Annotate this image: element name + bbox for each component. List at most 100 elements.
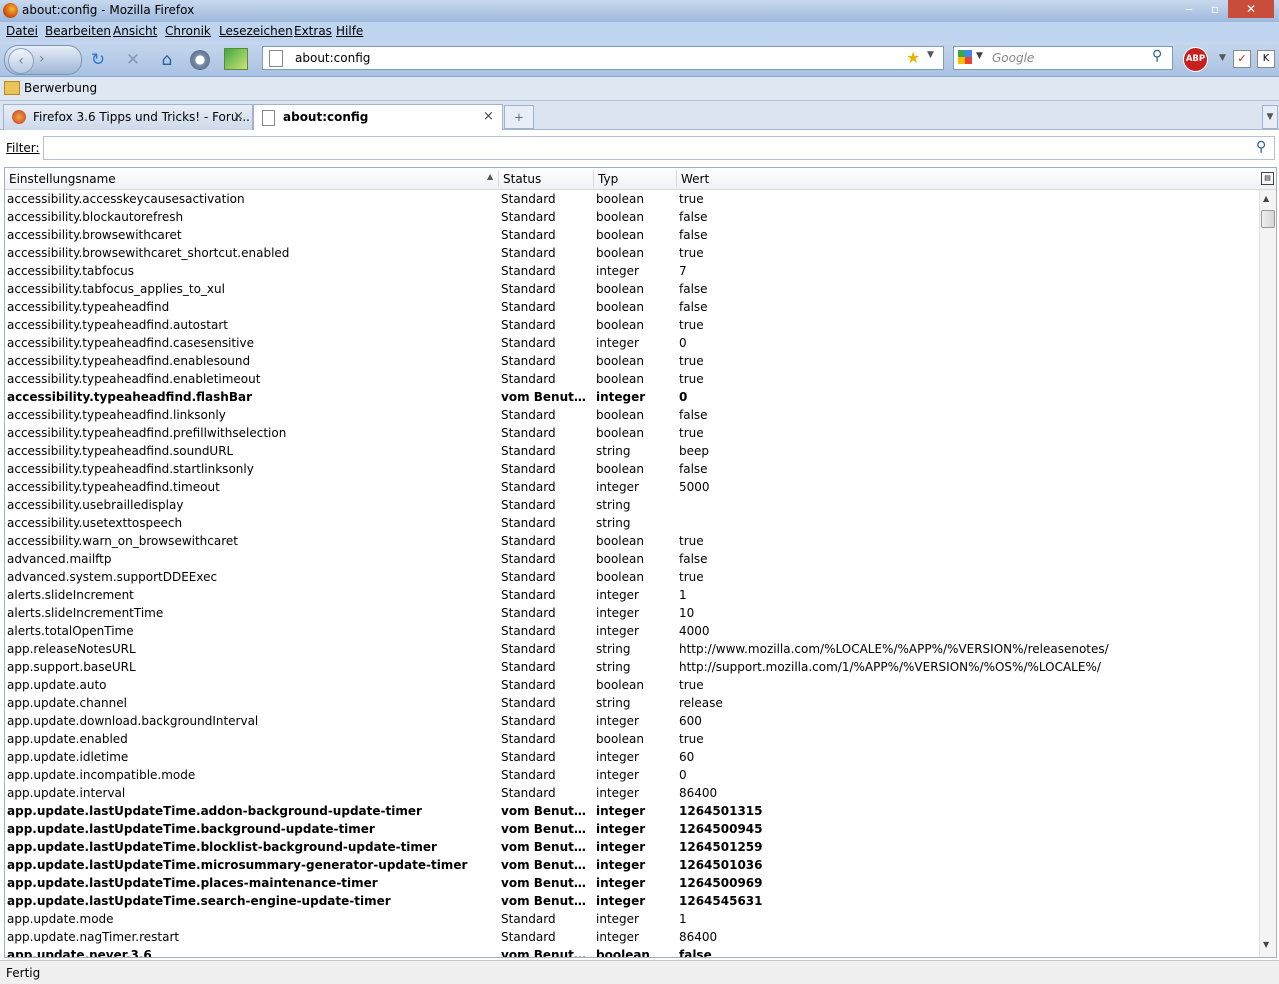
table-row[interactable]: accessibility.browsewithcaret_shortcut.e… bbox=[5, 244, 1259, 262]
tab-close-icon[interactable]: × bbox=[233, 109, 244, 124]
column-picker-icon[interactable]: ▤ bbox=[1261, 172, 1274, 185]
bookmark-star-icon[interactable]: ★ bbox=[906, 48, 920, 67]
table-row[interactable]: app.support.baseURL Standard string http://… bbox=[5, 658, 1259, 676]
url-bar[interactable]: about:config ★ ▼ bbox=[262, 46, 944, 70]
minimize-button[interactable]: ‒ bbox=[1176, 0, 1202, 18]
table-row[interactable]: app.releaseNotesURL Standard string http://… bbox=[5, 640, 1259, 658]
column-separator[interactable] bbox=[498, 170, 499, 187]
tab-list-button[interactable]: ▼ bbox=[1262, 105, 1278, 129]
menu-extras[interactable]: Extras bbox=[294, 24, 332, 38]
tab-close-icon[interactable]: × bbox=[483, 109, 494, 124]
table-row[interactable]: accessibility.typeaheadfind.prefillwiths… bbox=[5, 424, 1259, 442]
pref-name-cell: app.update.never.3.6 bbox=[7, 948, 152, 958]
table-row[interactable]: accessibility.typeaheadfind.timeout Stand… bbox=[5, 478, 1259, 496]
menu-lesezeichen[interactable]: Lesezeichen bbox=[219, 24, 293, 38]
table-row[interactable]: accessibility.tabfocus_applies_to_xul Sta… bbox=[5, 280, 1259, 298]
table-row[interactable]: accessibility.typeaheadfind.autostart Sta… bbox=[5, 316, 1259, 334]
pref-name-cell: app.update.lastUpdateTime.places-mainten… bbox=[7, 876, 378, 890]
addon-green-icon[interactable] bbox=[224, 48, 248, 70]
pref-value-cell: true bbox=[679, 246, 704, 260]
scroll-thumb[interactable] bbox=[1261, 210, 1275, 228]
home-icon[interactable]: ⌂ bbox=[157, 50, 177, 70]
table-row[interactable]: accessibility.typeaheadfind.enablesound S… bbox=[5, 352, 1259, 370]
table-row[interactable]: app.update.auto Standard boolean true bbox=[5, 676, 1259, 694]
new-tab-button[interactable]: + bbox=[504, 105, 534, 129]
engine-dropdown-icon[interactable]: ▼ bbox=[976, 51, 983, 61]
tab-forum[interactable]: Firefox 3.6 Tipps und Tricks! - Foru... … bbox=[3, 104, 253, 130]
table-row[interactable]: app.update.never.3.6 vom Benutze... boolea… bbox=[5, 946, 1259, 958]
table-row[interactable]: accessibility.accesskeycausesactivation S… bbox=[5, 190, 1259, 208]
column-header-type[interactable]: Typ bbox=[598, 172, 618, 186]
table-row[interactable]: app.update.interval Standard integer 86400 bbox=[5, 784, 1259, 802]
menu-ansicht[interactable]: Ansicht bbox=[113, 24, 157, 38]
url-dropdown-icon[interactable]: ▼ bbox=[927, 50, 934, 60]
pref-status-cell: Standard bbox=[501, 624, 556, 638]
table-row[interactable]: accessibility.usebrailledisplay Standard s… bbox=[5, 496, 1259, 514]
table-row[interactable]: app.update.lastUpdateTime.blocklist-back… bbox=[5, 838, 1259, 856]
table-row[interactable]: app.update.lastUpdateTime.microsummary-g… bbox=[5, 856, 1259, 874]
table-row[interactable]: accessibility.typeaheadfind.enabletimeou… bbox=[5, 370, 1259, 388]
close-window-button[interactable]: ✕ bbox=[1228, 0, 1274, 18]
reload-icon[interactable]: ↻ bbox=[88, 50, 108, 70]
adblock-plus-icon[interactable]: ABP bbox=[1183, 47, 1208, 72]
search-input[interactable]: Google bbox=[992, 51, 1034, 65]
table-row[interactable]: alerts.slideIncrement Standard integer 1 bbox=[5, 586, 1259, 604]
stop-icon[interactable]: ✕ bbox=[123, 50, 143, 70]
bookmark-folder-berwerbung[interactable]: Berwerbung bbox=[24, 81, 97, 95]
table-row[interactable]: accessibility.typeaheadfind.startlinkson… bbox=[5, 460, 1259, 478]
column-header-status[interactable]: Status bbox=[503, 172, 541, 186]
search-icon[interactable]: ⚲ bbox=[1152, 48, 1162, 64]
addon-k-icon[interactable]: K bbox=[1257, 50, 1275, 68]
menu-chronik[interactable]: Chronik bbox=[165, 24, 211, 38]
scroll-up-icon[interactable]: ▲ bbox=[1263, 194, 1269, 203]
table-row[interactable]: accessibility.typeaheadfind.soundURL Stan… bbox=[5, 442, 1259, 460]
table-row[interactable]: app.update.idletime Standard integer 60 bbox=[5, 748, 1259, 766]
tab-about-config[interactable]: about:config × bbox=[253, 104, 503, 130]
table-row[interactable]: advanced.mailftp Standard boolean false bbox=[5, 550, 1259, 568]
table-row[interactable]: accessibility.typeaheadfind.casesensitiv… bbox=[5, 334, 1259, 352]
table-row[interactable]: accessibility.typeaheadfind.flashBar vom … bbox=[5, 388, 1259, 406]
table-row[interactable]: advanced.system.supportDDEExec Standard bo… bbox=[5, 568, 1259, 586]
maximize-button[interactable]: ▫ bbox=[1202, 0, 1228, 18]
table-row[interactable]: app.update.incompatible.mode Standard inte… bbox=[5, 766, 1259, 784]
column-header-value[interactable]: Wert bbox=[681, 172, 709, 186]
table-row[interactable]: app.update.lastUpdateTime.addon-backgrou… bbox=[5, 802, 1259, 820]
column-separator[interactable] bbox=[593, 170, 594, 187]
table-row[interactable]: app.update.lastUpdateTime.places-mainten… bbox=[5, 874, 1259, 892]
table-row[interactable]: app.update.mode Standard integer 1 bbox=[5, 910, 1259, 928]
addon-circle-icon[interactable] bbox=[190, 50, 210, 70]
table-row[interactable]: app.update.enabled Standard boolean true bbox=[5, 730, 1259, 748]
scroll-down-icon[interactable]: ▼ bbox=[1263, 940, 1269, 949]
vertical-scrollbar[interactable]: ▲ ▼ bbox=[1259, 190, 1276, 957]
table-row[interactable]: app.update.nagTimer.restart Standard integ… bbox=[5, 928, 1259, 946]
table-row[interactable]: accessibility.tabfocus Standard integer 7 bbox=[5, 262, 1259, 280]
column-separator[interactable] bbox=[676, 170, 677, 187]
menu-bar: Datei Bearbeiten Ansicht Chronik Lesezei… bbox=[0, 22, 1279, 42]
table-row[interactable]: accessibility.warn_on_browsewithcaret Sta… bbox=[5, 532, 1259, 550]
column-header-name[interactable]: Einstellungsname bbox=[9, 172, 116, 186]
back-button[interactable]: ‹ bbox=[8, 48, 34, 74]
pref-status-cell: Standard bbox=[501, 552, 556, 566]
table-row[interactable]: app.update.download.backgroundInterval St… bbox=[5, 712, 1259, 730]
pref-status-cell: Standard bbox=[501, 264, 556, 278]
menu-datei[interactable]: Datei bbox=[6, 24, 38, 38]
menu-bearbeiten[interactable]: Bearbeiten bbox=[45, 24, 111, 38]
menu-hilfe[interactable]: Hilfe bbox=[336, 24, 363, 38]
table-row[interactable]: alerts.totalOpenTime Standard integer 4000 bbox=[5, 622, 1259, 640]
table-row[interactable]: accessibility.blockautorefresh Standard bo… bbox=[5, 208, 1259, 226]
table-row[interactable]: app.update.lastUpdateTime.background-upd… bbox=[5, 820, 1259, 838]
status-text: Fertig bbox=[6, 966, 41, 980]
forward-button[interactable]: › bbox=[39, 51, 45, 67]
search-bar[interactable]: ▼ Google ⚲ bbox=[953, 46, 1173, 70]
google-engine-icon[interactable] bbox=[958, 50, 972, 64]
abp-dropdown-icon[interactable]: ▼ bbox=[1219, 53, 1226, 63]
addon-check-icon[interactable]: ✓ bbox=[1233, 50, 1251, 68]
table-row[interactable]: app.update.channel Standard string release bbox=[5, 694, 1259, 712]
filter-input[interactable] bbox=[43, 136, 1275, 160]
table-row[interactable]: alerts.slideIncrementTime Standard integer… bbox=[5, 604, 1259, 622]
table-row[interactable]: accessibility.typeaheadfind.linksonly Sta… bbox=[5, 406, 1259, 424]
table-row[interactable]: app.update.lastUpdateTime.search-engine-… bbox=[5, 892, 1259, 910]
table-row[interactable]: accessibility.browsewithcaret Standard boo… bbox=[5, 226, 1259, 244]
table-row[interactable]: accessibility.typeaheadfind Standard boole… bbox=[5, 298, 1259, 316]
table-row[interactable]: accessibility.usetexttospeech Standard str… bbox=[5, 514, 1259, 532]
